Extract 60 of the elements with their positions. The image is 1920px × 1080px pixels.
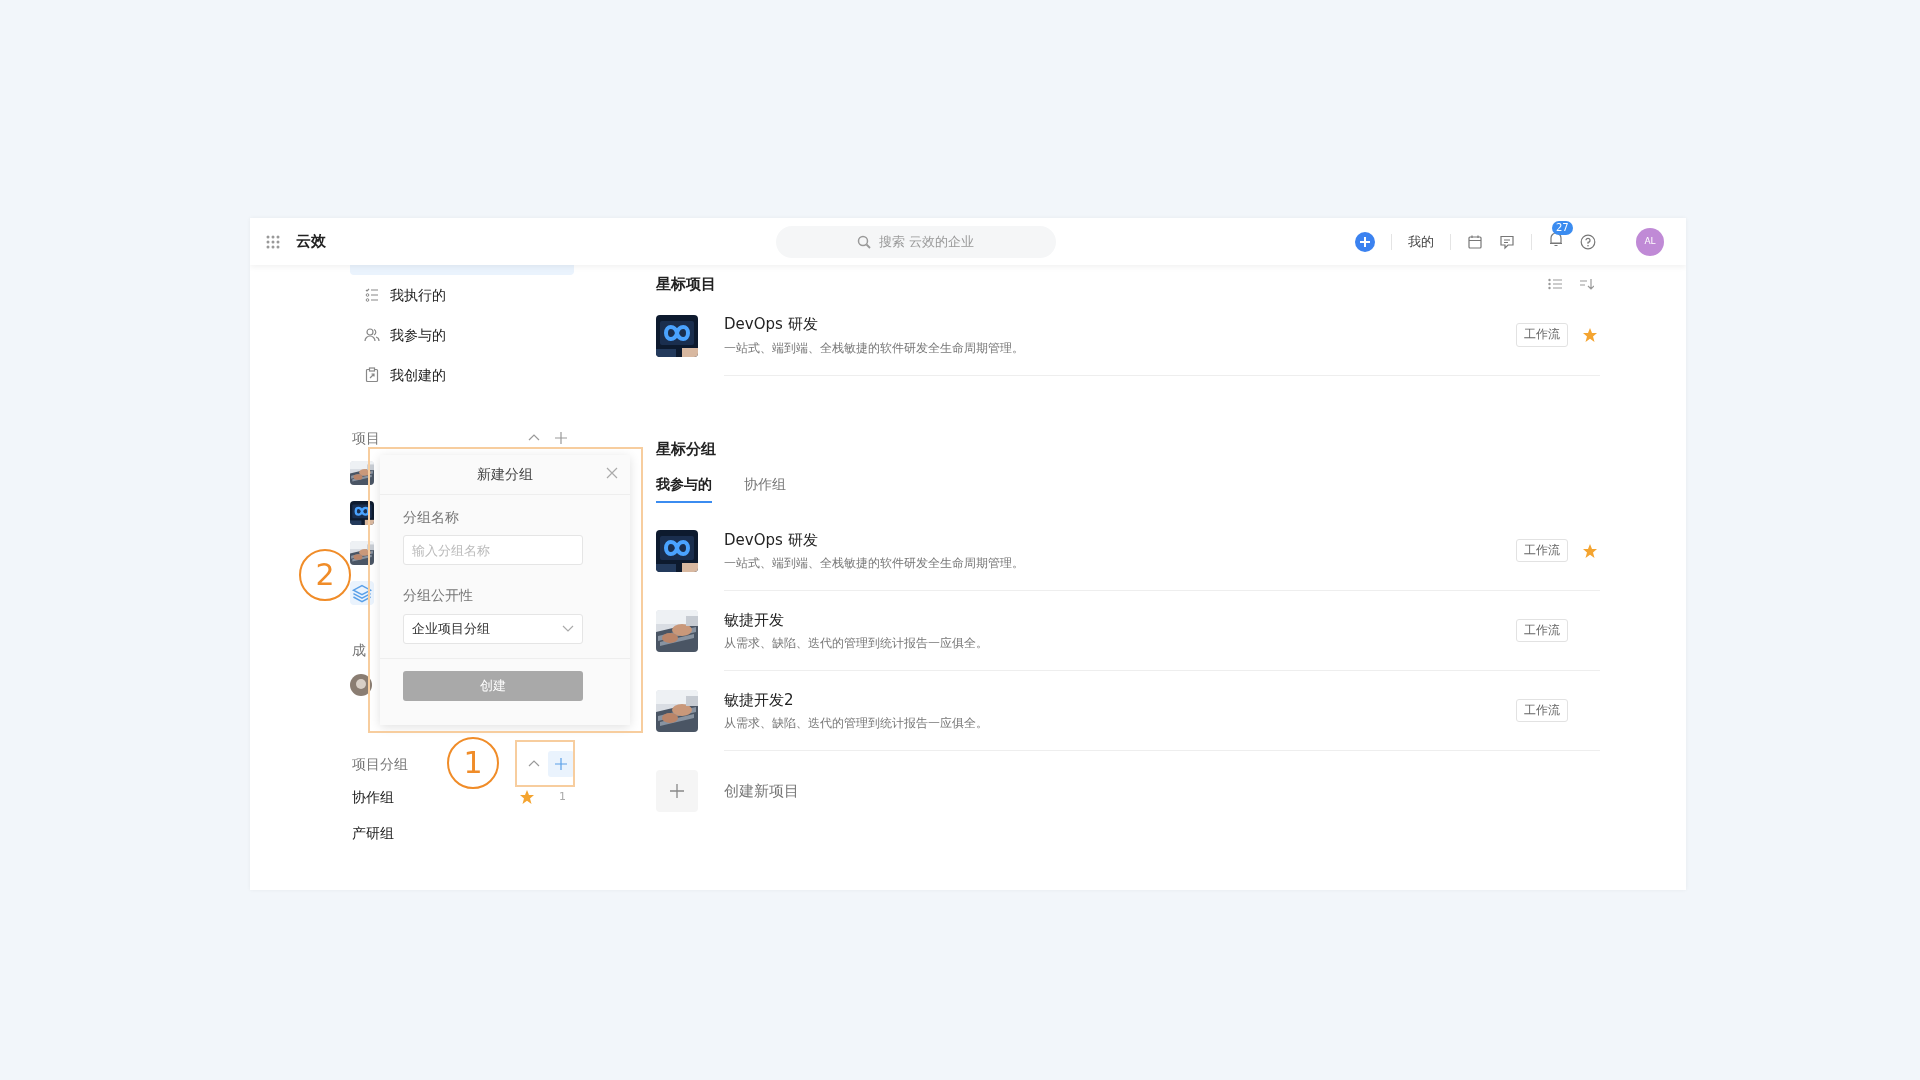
app-name: 云效	[296, 231, 326, 253]
workflow-tag: 工作流	[1516, 698, 1568, 723]
field-label: 分组公开性	[403, 586, 474, 606]
nav-item[interactable]: 我执行的	[350, 275, 650, 315]
project-description: 一站式、端到端、全栈敏捷的软件研发全生命周期管理。	[724, 555, 1025, 573]
add-group-button[interactable]	[548, 751, 574, 777]
field-label: 分组名称	[403, 508, 460, 527]
plus-icon	[555, 758, 567, 770]
section-title: 项目	[352, 428, 380, 448]
message-icon[interactable]	[1499, 233, 1515, 250]
group-count: 1	[559, 788, 566, 805]
nav-item[interactable]: 我创建的	[350, 355, 650, 395]
project-name[interactable]: DevOps 研发	[724, 528, 1516, 552]
project-name[interactable]: 敏捷开发	[724, 608, 1516, 632]
apps-grid-icon[interactable]	[266, 234, 280, 249]
star-icon[interactable]	[1582, 542, 1598, 559]
section-title: 项目分组	[352, 754, 408, 774]
checklist-icon	[364, 287, 380, 303]
search-icon	[856, 234, 871, 249]
help-icon[interactable]	[1580, 233, 1596, 250]
dialog-title: 新建分组	[477, 465, 533, 485]
add-icon[interactable]	[1355, 231, 1375, 252]
clipboard-icon	[364, 367, 380, 383]
project-name[interactable]: DevOps 研发	[724, 313, 1516, 336]
list-view-icon[interactable]	[1548, 278, 1562, 291]
star-icon[interactable]	[1582, 327, 1598, 343]
close-icon	[606, 467, 618, 479]
member-avatar	[350, 674, 372, 696]
plus-icon	[670, 784, 684, 798]
project-description: 一站式、端到端、全栈敏捷的软件研发全生命周期管理。	[724, 339, 1025, 357]
visibility-select[interactable]: 企业项目分组	[403, 613, 583, 644]
step-number: 2	[299, 549, 351, 601]
section-title: 星标分组	[656, 438, 717, 460]
project-description: 从需求、缺陷、迭代的管理到统计报告一应俱全。	[724, 715, 989, 733]
plus-icon	[555, 432, 567, 444]
sort-icon[interactable]	[1580, 278, 1594, 291]
add-project-button[interactable]	[656, 770, 698, 812]
group-name-field[interactable]: 输入分组名称	[403, 535, 583, 566]
create-project-link[interactable]: 创建新项目	[724, 779, 799, 803]
chevron-down-icon	[562, 624, 574, 633]
workflow-tag: 工作流	[1516, 618, 1568, 643]
tab[interactable]: 我参与的	[656, 468, 712, 503]
project-description: 从需求、缺陷、迭代的管理到统计报告一应俱全。	[724, 635, 989, 653]
section-title: 星标项目	[656, 274, 717, 295]
section-title: 成	[352, 640, 366, 660]
people-icon	[364, 327, 380, 343]
group-name[interactable]: 产研组	[352, 822, 574, 844]
tab[interactable]: 协作组	[744, 468, 786, 503]
project-name[interactable]: 敏捷开发2	[724, 688, 1516, 712]
group-name[interactable]: 协作组	[352, 786, 519, 808]
bell-icon[interactable]	[1548, 230, 1564, 247]
close-button[interactable]	[606, 467, 618, 479]
mine-link[interactable]: 我的	[1408, 233, 1434, 250]
notification-badge: 27	[1552, 220, 1573, 235]
workflow-tag: 工作流	[1516, 323, 1568, 347]
calendar-icon[interactable]	[1467, 233, 1483, 250]
step-number: 1	[447, 737, 499, 789]
highlight-frame	[515, 740, 575, 787]
nav-item[interactable]: 我参与的	[350, 315, 650, 355]
workflow-tag: 工作流	[1516, 538, 1568, 563]
